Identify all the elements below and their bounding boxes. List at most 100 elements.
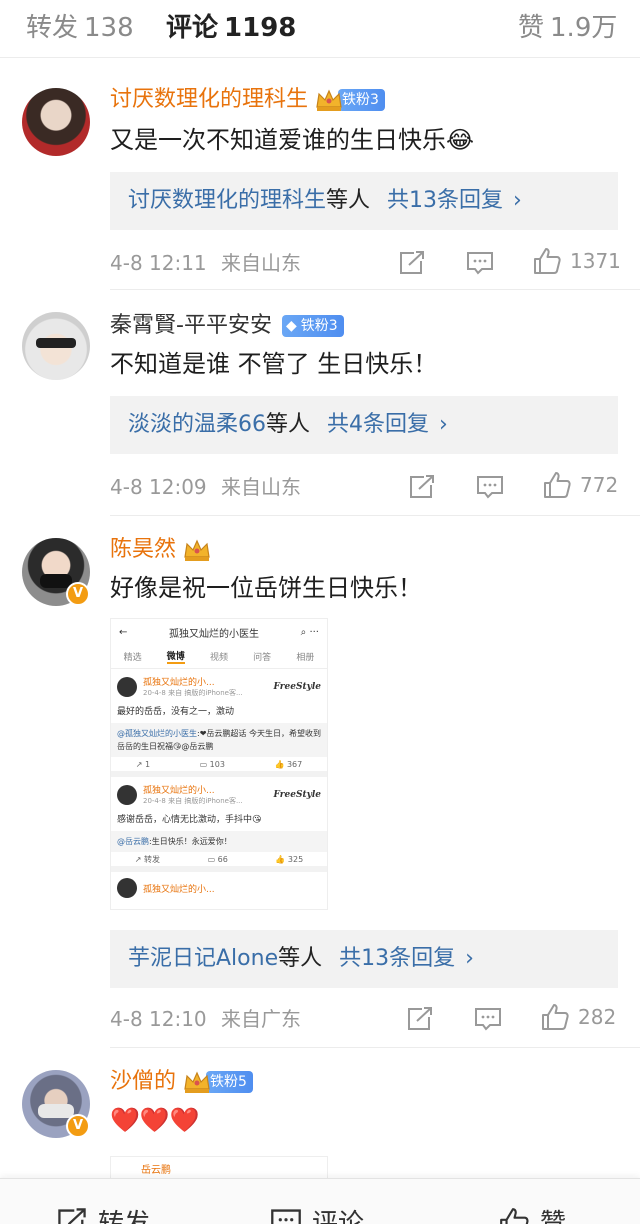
sunglasses-detail bbox=[36, 338, 76, 348]
like-button[interactable]: 1371 bbox=[532, 246, 621, 276]
tab-comment-label: 评论 bbox=[166, 13, 219, 43]
embed-comments: ▭ 103 bbox=[199, 759, 225, 769]
reply-mid: 等人 bbox=[326, 188, 371, 213]
comment-text: ❤️❤️❤️ bbox=[110, 1106, 200, 1134]
chevron-right-icon: › bbox=[465, 946, 474, 971]
comment-meta: 4-8 12:09 来自山东 bbox=[110, 472, 301, 502]
reply-count: 共13条回复 bbox=[387, 188, 504, 213]
comment-button[interactable]: 评论 bbox=[270, 1203, 364, 1224]
back-arrow-icon: ← bbox=[119, 626, 128, 638]
embed-repost: ↗ 转发 bbox=[134, 854, 161, 864]
reply-button[interactable] bbox=[474, 1004, 502, 1034]
comment-text: 不知道是谁 不管了 生日快乐！ bbox=[110, 350, 438, 378]
comment-icon bbox=[475, 1008, 501, 1031]
embed-post-header: 孤独又灿烂的小... bbox=[117, 878, 321, 898]
comment-item: 讨厌数理化的理科生 铁粉3 又是一次不知道爱谁的生日快乐😂 讨厌数理化的理科生等… bbox=[0, 60, 640, 290]
reply-names: 芋泥日记Alone bbox=[128, 946, 279, 971]
comment-icon bbox=[467, 252, 493, 275]
avatar[interactable] bbox=[22, 312, 90, 380]
comment-location: 来自广东 bbox=[221, 1007, 302, 1031]
comment-text: 又是一次不知道爱谁的生日快乐😂 bbox=[110, 126, 475, 154]
comment-label: 评论 bbox=[312, 1209, 365, 1224]
share-icon bbox=[58, 1207, 86, 1224]
reply-count: 共4条回复 bbox=[327, 412, 430, 437]
embed-comment-count: 103 bbox=[209, 759, 225, 769]
repost-label: 转发 bbox=[98, 1209, 151, 1224]
embed-subtab: 微博 bbox=[166, 649, 185, 664]
embed-post: 孤独又灿烂的小... 20-4-8 来自 搞版的iPhone客... FreeS… bbox=[111, 777, 327, 872]
thumbs-up-icon bbox=[534, 248, 561, 274]
embed-post-name: 孤独又灿烂的小... bbox=[143, 786, 215, 796]
tab-like-label: 赞 bbox=[518, 13, 545, 43]
embed-post-partial: 孤独又灿烂的小... bbox=[111, 872, 327, 898]
reply-names: 淡淡的温柔66 bbox=[128, 412, 266, 437]
embed-quote: @岳云鹏:生日快乐！永远爱你！ bbox=[111, 831, 327, 852]
thumbs-up-icon bbox=[542, 1004, 569, 1030]
comment-meta: 4-8 12:11 来自山东 bbox=[110, 248, 301, 278]
reply-summary[interactable]: 淡淡的温柔66等人 共4条回复 › bbox=[110, 396, 618, 454]
reply-summary[interactable]: 讨厌数理化的理科生等人 共13条回复 › bbox=[110, 172, 618, 230]
share-button[interactable] bbox=[398, 248, 426, 278]
tab-like[interactable]: 赞 1.9万 bbox=[518, 10, 617, 46]
mask-detail bbox=[40, 574, 72, 588]
fan-badge: ◆ 铁粉3 bbox=[281, 315, 344, 337]
embed-quote-user: @孤独又灿烂的小医生 bbox=[117, 729, 197, 738]
reply-count: 共13条回复 bbox=[339, 946, 456, 971]
reply-button[interactable] bbox=[476, 472, 504, 502]
username[interactable]: 陈昊然 bbox=[110, 535, 176, 565]
share-button[interactable] bbox=[408, 472, 436, 502]
embed-post-header: 孤独又灿烂的小... 20-4-8 来自 搞版的iPhone客... FreeS… bbox=[117, 675, 321, 698]
embed-repost-count: 1 bbox=[144, 759, 151, 769]
comment-location: 来自山东 bbox=[221, 251, 302, 275]
fan-badge: 铁粉5 bbox=[206, 1071, 253, 1093]
comment-item: V 沙僧的 铁粉5 ❤️❤️❤️ 岳云鹏 bbox=[0, 1048, 640, 1178]
embed-like-count: 325 bbox=[287, 854, 304, 864]
comment-time: 4-8 12:11 bbox=[110, 251, 207, 275]
embed-avatar bbox=[117, 676, 137, 697]
embed-quote-text: :生日快乐！永远爱你！ bbox=[149, 837, 232, 846]
username[interactable]: 讨厌数理化的理科生 bbox=[110, 85, 308, 115]
embed-avatar bbox=[117, 878, 137, 898]
embed-post-header: 孤独又灿烂的小... 20-4-8 来自 搞版的iPhone客... FreeS… bbox=[117, 783, 321, 806]
embedded-screenshot-image[interactable]: ← 孤独又灿烂的小医生 ⌕ ··· 精选 微博 视频 问答 相册 孤独又灿烂的小… bbox=[110, 618, 328, 910]
repost-button[interactable]: 转发 bbox=[56, 1203, 150, 1224]
like-count: 772 bbox=[580, 473, 619, 497]
tab-like-count: 1.9万 bbox=[550, 13, 618, 43]
comments-page: 转发 138 评论 1198 赞 1.9万 讨厌数理化的理科生 铁粉3 又是一次不知道… bbox=[0, 0, 640, 1224]
share-button[interactable] bbox=[406, 1004, 434, 1034]
embed-post-sub: 20-4-8 来自 搞版的iPhone客... bbox=[143, 689, 243, 697]
crown-icon bbox=[182, 1069, 212, 1095]
bottom-action-bar: 转发 评论 赞 bbox=[0, 1178, 640, 1224]
comment-header: 讨厌数理化的理科生 铁粉3 bbox=[110, 84, 385, 116]
embed-post-name: 孤独又灿烂的小... bbox=[143, 884, 215, 895]
like-button[interactable]: 772 bbox=[542, 470, 618, 500]
like-button[interactable]: 282 bbox=[540, 1002, 616, 1032]
embed-subtabs: 精选 微博 视频 问答 相册 bbox=[111, 645, 327, 669]
comment-header: 沙僧的 铁粉5 bbox=[110, 1066, 253, 1098]
crown-icon bbox=[314, 87, 344, 113]
fan-badge-label: 铁粉3 bbox=[300, 318, 338, 334]
embed-repost-label: 转发 bbox=[144, 854, 161, 864]
embed-brand: FreeStyle bbox=[273, 789, 321, 800]
share-icon bbox=[410, 475, 434, 498]
tab-repost[interactable]: 转发 138 bbox=[26, 10, 134, 46]
chevron-right-icon: › bbox=[439, 412, 448, 437]
reply-mid: 等人 bbox=[278, 946, 323, 971]
reply-summary[interactable]: 芋泥日记Alone等人 共13条回复 › bbox=[110, 930, 618, 988]
share-icon bbox=[400, 251, 424, 274]
tab-repost-count: 138 bbox=[84, 13, 134, 43]
embed-quote: @孤独又灿烂的小医生:❤岳云鹏超话 今天生日，希望收到岳岳的生日祝福😘@岳云鹏 bbox=[111, 723, 327, 757]
comment-icon bbox=[477, 476, 503, 499]
comment-icon bbox=[271, 1208, 301, 1224]
avatar[interactable] bbox=[22, 88, 90, 156]
embed-post-sub: 20-4-8 来自 搞版的iPhone客... bbox=[143, 797, 243, 805]
like-post-button[interactable]: 赞 bbox=[498, 1203, 566, 1224]
tab-comment[interactable]: 评论 1198 bbox=[166, 10, 296, 46]
embedded-image-preview[interactable]: 岳云鹏 bbox=[110, 1156, 328, 1178]
username[interactable]: 秦霄賢-平平安安 bbox=[110, 311, 272, 341]
embed-post-text: 感谢岳岳，心情无比激动，手抖中😘 bbox=[117, 815, 262, 825]
reply-button[interactable] bbox=[466, 248, 494, 278]
username[interactable]: 沙僧的 bbox=[110, 1067, 176, 1097]
embed-post-text: 最好的岳岳，没有之一，激动 bbox=[117, 707, 235, 717]
thumbs-up-icon bbox=[500, 1207, 529, 1224]
